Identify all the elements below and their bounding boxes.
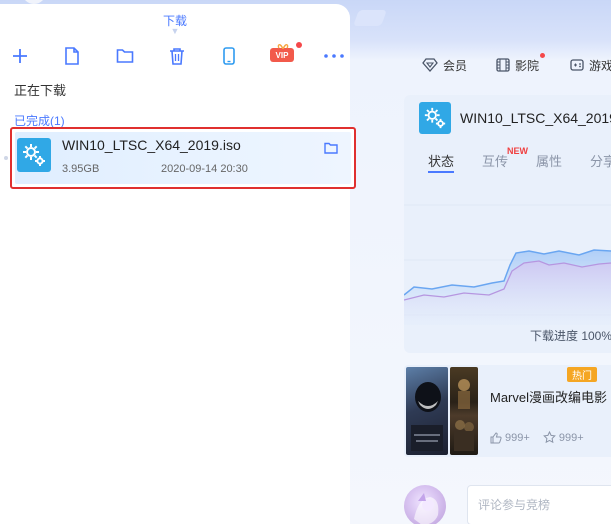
movie-stats: 999+ 999+ — [490, 431, 594, 447]
comment-input[interactable] — [467, 485, 611, 524]
nav-cinema[interactable]: 影院 — [496, 53, 545, 75]
open-file-button[interactable] — [59, 44, 85, 68]
plus-icon — [13, 49, 27, 63]
movie-title[interactable]: Marvel漫画改编电影 — [490, 389, 608, 407]
film-icon — [496, 58, 510, 72]
movie-poster-image[interactable] — [406, 367, 448, 455]
download-item[interactable]: WIN10_LTSC_X64_2019.iso 3.95GB 2020-09-1… — [10, 127, 356, 189]
settings-file-icon — [17, 138, 51, 172]
tab-properties[interactable]: 属性 — [536, 151, 562, 170]
like-button[interactable]: 999+ — [490, 432, 530, 444]
nav-cinema-label: 影院 — [515, 58, 540, 73]
more-button[interactable] — [321, 44, 347, 68]
file-size: 3.95GB — [62, 163, 100, 175]
phone-transfer-button[interactable] — [216, 44, 242, 68]
hot-badge: 热门 — [567, 367, 597, 382]
tab-status-underline — [428, 171, 454, 173]
vip-gift-icon: VIP — [270, 48, 294, 62]
file-name: WIN10_LTSC_X64_2019.iso — [62, 137, 241, 153]
download-toolbar: VIP — [0, 42, 350, 70]
top-nav: 会员 影院 游戏 — [420, 53, 611, 75]
resize-handle[interactable] — [4, 156, 8, 160]
gamepad-icon — [570, 59, 584, 71]
avatar[interactable] — [404, 485, 446, 524]
nav-vip[interactable]: 会员 — [422, 55, 467, 75]
file-date: 2020-09-14 20:30 — [161, 163, 248, 175]
nav-games[interactable]: 游戏 — [570, 55, 611, 75]
delete-button[interactable] — [164, 44, 190, 68]
more-dots-icon — [324, 54, 344, 58]
tab-transfer[interactable]: 互传 — [482, 151, 508, 170]
tab-status[interactable]: 状态 — [428, 151, 454, 170]
download-item-body: WIN10_LTSC_X64_2019.iso 3.95GB 2020-09-1… — [15, 132, 351, 184]
notification-dot — [296, 42, 302, 48]
movie-poster-image[interactable] — [450, 367, 478, 455]
new-tab-button[interactable] — [353, 10, 387, 26]
new-badge: NEW — [507, 146, 528, 156]
vip-label: VIP — [275, 50, 289, 60]
phone-icon — [223, 47, 235, 65]
download-panel: VIP 正在下载 已完成(1) WIN10_LTSC_X64_2019.iso … — [0, 36, 356, 524]
folder-icon — [116, 49, 134, 63]
diamond-icon — [422, 58, 438, 72]
thumbs-up-icon — [490, 432, 502, 444]
info-tabs: 状态 互传 NEW 属性 分享 — [404, 145, 611, 175]
file-info-card: WIN10_LTSC_X64_2019.iso 状态 互传 NEW 属性 分享 — [404, 95, 611, 353]
gift-bow-icon — [277, 44, 289, 49]
info-file-title: WIN10_LTSC_X64_2019.iso — [460, 110, 611, 126]
vip-button[interactable]: VIP — [268, 42, 302, 68]
nav-games-label: 游戏 — [589, 58, 611, 73]
tab-strip: 下载 ▼ — [0, 0, 611, 44]
speed-chart — [404, 175, 611, 325]
tab-share[interactable]: 分享 — [590, 151, 611, 170]
favorite-button[interactable]: 999+ — [542, 431, 584, 444]
like-count: 999+ — [505, 432, 530, 444]
chevron-down-icon: ▼ — [170, 26, 180, 36]
trash-icon — [170, 48, 184, 65]
add-download-button[interactable] — [7, 44, 33, 68]
movie-recommendation-card[interactable]: 热门 Marvel漫画改编电影 999+ 999+ — [404, 365, 611, 457]
favorite-count: 999+ — [558, 431, 584, 444]
file-icon — [65, 47, 79, 65]
open-folder-button[interactable] — [112, 44, 138, 68]
section-downloading[interactable]: 正在下载 — [14, 80, 66, 99]
open-folder-icon[interactable] — [324, 141, 340, 155]
nav-vip-label: 会员 — [443, 58, 468, 73]
notification-dot — [540, 53, 545, 58]
star-icon — [542, 431, 556, 444]
download-progress: 下载进度 100% — [530, 329, 611, 343]
settings-file-icon — [419, 102, 451, 134]
